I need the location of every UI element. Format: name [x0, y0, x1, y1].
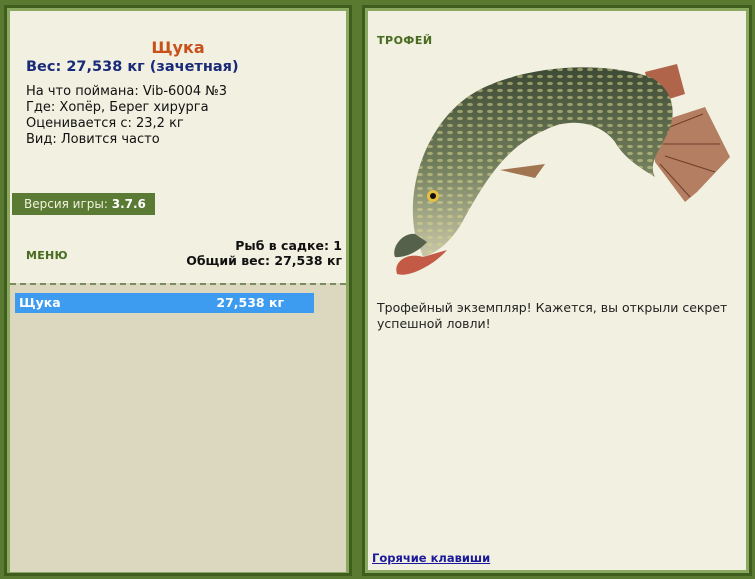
fish-weight: Вес: 27,538 кг (зачетная)	[26, 59, 239, 75]
trophy-panel: ТРОФЕЙ Трофейный экземпляр! Кажется, вы …	[362, 5, 752, 576]
version-value: 3.7.6	[111, 197, 146, 211]
pike-fish-image	[394, 64, 730, 275]
keepnet-row-name: Щука	[19, 295, 61, 310]
catch-info-panel: Щука Вес: 27,538 кг (зачетная) На что по…	[4, 5, 352, 576]
bait-info: На что поймана: Vib-6004 №3	[26, 84, 228, 99]
kind-info: Вид: Ловится часто	[26, 132, 160, 147]
keepnet-row-weight: 27,538 кг	[216, 295, 284, 310]
total-weight: Общий вес: 27,538 кг	[186, 253, 342, 268]
location-info: Где: Хопёр, Берег хирурга	[26, 100, 209, 115]
version-label: Версия игры:	[24, 197, 108, 211]
menu-button[interactable]: МЕНЮ	[26, 249, 68, 262]
valued-info: Оценивается с: 23,2 кг	[26, 116, 184, 131]
hotkeys-link[interactable]: Горячие клавиши	[372, 551, 490, 565]
trophy-label: ТРОФЕЙ	[377, 34, 433, 47]
fish-count: Рыб в садке: 1	[235, 238, 342, 253]
fish-name: Щука	[151, 38, 205, 57]
keepnet-row[interactable]: Щука 27,538 кг	[15, 293, 314, 313]
trophy-description: Трофейный экземпляр! Кажется, вы открыли…	[377, 300, 728, 331]
keepnet-stats: Рыб в садке: 1 Общий вес: 27,538 кг	[186, 238, 342, 268]
keepnet-list: Щука 27,538 кг	[10, 283, 346, 572]
version-bar: Версия игры: 3.7.6	[12, 193, 155, 215]
